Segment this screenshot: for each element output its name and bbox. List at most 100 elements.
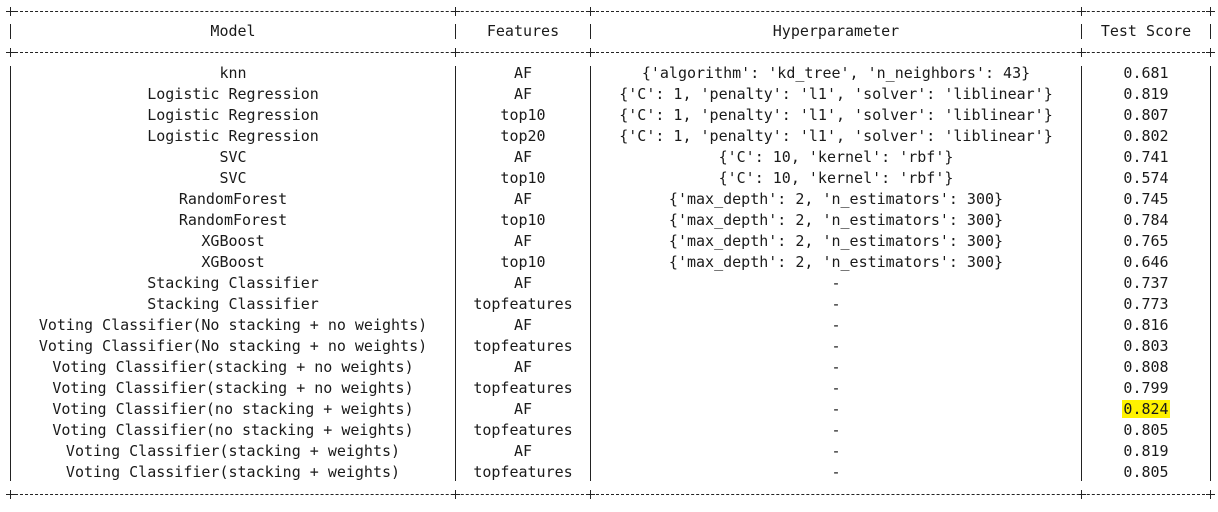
features-cell: AF (513, 400, 533, 418)
model-cell: Voting Classifier(no stacking + weights) (52, 400, 414, 418)
score-cell: 0.805 (1123, 421, 1169, 439)
features-cell: AF (513, 358, 533, 376)
hyperparameter-cell: - (831, 337, 841, 355)
hyperparameter-cell: {'C': 1, 'penalty': 'l1', 'solver': 'lib… (619, 106, 1053, 124)
hyperparameter-cell: - (831, 358, 841, 376)
corner-plus (586, 7, 595, 16)
score-cell: 0.799 (1123, 379, 1169, 397)
model-cell: RandomForest (178, 190, 288, 208)
corner-plus (451, 7, 460, 16)
features-cell: AF (513, 148, 533, 166)
model-cell: RandomForest (178, 211, 288, 229)
corner-plus (451, 48, 460, 57)
hyperparameter-cell: {'C': 10, 'kernel': 'rbf'} (718, 169, 954, 187)
hyperparameter-cell: {'C': 1, 'penalty': 'l1', 'solver': 'lib… (619, 85, 1053, 103)
corner-plus (6, 7, 15, 16)
features-cell: topfeatures (473, 295, 573, 313)
hyperparameter-cell: - (831, 316, 841, 334)
features-cell: topfeatures (473, 421, 573, 439)
hyperparameter-cell: - (831, 379, 841, 397)
features-cell: AF (513, 232, 533, 250)
hyperparameter-cell: {'max_depth': 2, 'n_estimators': 300} (668, 190, 1004, 208)
corner-plus (6, 490, 15, 499)
hyperparameter-cell: - (831, 400, 841, 418)
table-top-border (10, 11, 1210, 12)
hyperparameter-cell: - (831, 274, 841, 292)
header-score: Test Score (1100, 22, 1192, 40)
model-cell: Voting Classifier(No stacking + no weigh… (38, 316, 428, 334)
model-cell: Logistic Regression (147, 127, 319, 145)
features-cell: topfeatures (473, 379, 573, 397)
score-cell: 0.741 (1123, 148, 1169, 166)
model-cell: Voting Classifier(No stacking + no weigh… (38, 337, 428, 355)
score-cell: 0.803 (1123, 337, 1169, 355)
model-cell: SVC (219, 169, 247, 187)
model-cell: Voting Classifier(stacking + no weights) (52, 358, 414, 376)
score-cell: 0.737 (1123, 274, 1169, 292)
features-cell: AF (513, 64, 533, 82)
model-cell: Voting Classifier(stacking + weights) (65, 442, 401, 460)
header-divider (10, 52, 1210, 53)
corner-plus (1077, 48, 1086, 57)
features-cell: AF (513, 442, 533, 460)
features-cell: top20 (500, 127, 546, 145)
score-cell: 0.574 (1123, 169, 1169, 187)
score-cell: 0.808 (1123, 358, 1169, 376)
score-cell: 0.819 (1123, 442, 1169, 460)
model-cell: Voting Classifier(no stacking + weights) (52, 421, 414, 439)
score-cell: 0.807 (1123, 106, 1169, 124)
model-cell: Voting Classifier(stacking + weights) (65, 463, 401, 481)
model-cell: XGBoost (201, 253, 265, 271)
model-cell: Logistic Regression (147, 106, 319, 124)
model-cell: Stacking Classifier (147, 295, 319, 313)
features-cell: top10 (500, 106, 546, 124)
results-table: Model Features Hyperparameter Test Score knn… (6, 0, 1215, 512)
column-separator (1210, 24, 1211, 39)
score-cell: 0.681 (1123, 64, 1169, 82)
hyperparameter-cell: - (831, 442, 841, 460)
hyperparameter-cell: {'C': 1, 'penalty': 'l1', 'solver': 'lib… (619, 127, 1053, 145)
hyperparameter-cell: {'max_depth': 2, 'n_estimators': 300} (668, 211, 1004, 229)
score-cell: 0.745 (1123, 190, 1169, 208)
model-cell: Voting Classifier(stacking + no weights) (52, 379, 414, 397)
corner-plus (1077, 7, 1086, 16)
model-cell: Stacking Classifier (147, 274, 319, 292)
score-cell: 0.802 (1123, 127, 1169, 145)
hyperparameter-cell: {'max_depth': 2, 'n_estimators': 300} (668, 253, 1004, 271)
header-features: Features (486, 22, 560, 40)
hyperparameter-cell: - (831, 421, 841, 439)
score-cell: 0.646 (1123, 253, 1169, 271)
hyperparameter-cell: - (831, 463, 841, 481)
corner-plus (586, 490, 595, 499)
features-cell: top10 (500, 211, 546, 229)
features-cell: topfeatures (473, 463, 573, 481)
hyperparameter-cell: {'algorithm': 'kd_tree', 'n_neighbors': … (641, 64, 1031, 82)
corner-plus (1206, 490, 1215, 499)
score-cell: 0.816 (1123, 316, 1169, 334)
features-cell: AF (513, 190, 533, 208)
score-cell: 0.819 (1123, 85, 1169, 103)
highlighted-score: 0.824 (1122, 400, 1170, 418)
corner-plus (586, 48, 595, 57)
hyperparameter-cell: {'max_depth': 2, 'n_estimators': 300} (668, 232, 1004, 250)
corner-plus (1206, 7, 1215, 16)
features-cell: AF (513, 316, 533, 334)
features-cell: top10 (500, 169, 546, 187)
score-cell: 0.765 (1123, 232, 1169, 250)
corner-plus (1206, 48, 1215, 57)
corner-plus (1077, 490, 1086, 499)
hyperparameter-cell: - (831, 295, 841, 313)
header-hyperparameter: Hyperparameter (772, 22, 900, 40)
score-cell: 0.773 (1123, 295, 1169, 313)
model-cell: SVC (219, 148, 247, 166)
score-cell: 0.824 (1082, 399, 1210, 420)
features-cell: AF (513, 274, 533, 292)
features-cell: top10 (500, 253, 546, 271)
features-cell: AF (513, 85, 533, 103)
features-cell: topfeatures (473, 337, 573, 355)
table-bottom-border (10, 494, 1210, 495)
header-model: Model (210, 22, 256, 40)
model-cell: XGBoost (201, 232, 265, 250)
model-cell: knn (219, 64, 247, 82)
model-cell: Logistic Regression (147, 85, 319, 103)
